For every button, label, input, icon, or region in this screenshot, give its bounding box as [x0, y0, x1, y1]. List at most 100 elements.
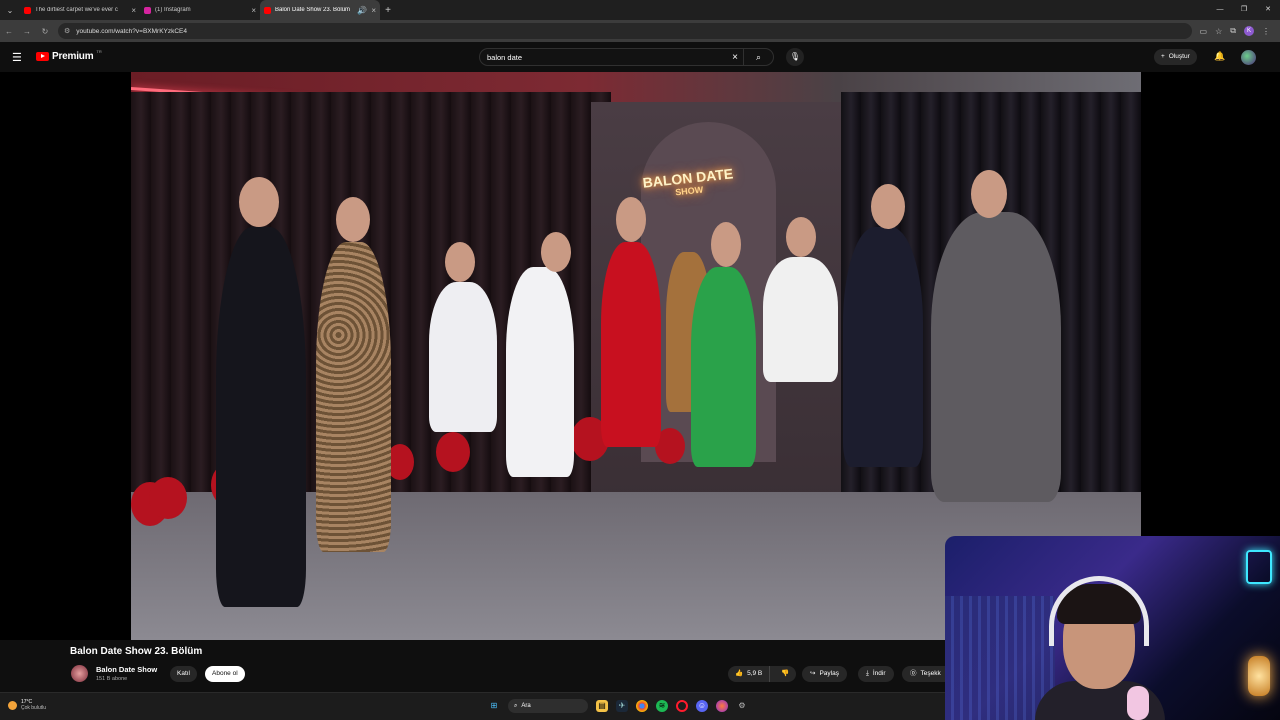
audio-playing-icon[interactable]: 🔊 — [357, 6, 367, 15]
back-icon[interactable]: ← — [0, 27, 18, 36]
search-icon: ⌕ — [514, 703, 518, 709]
clear-search-icon[interactable]: × — [727, 52, 743, 63]
like-button[interactable]: 👍 5,9 B — [728, 666, 771, 682]
forward-icon[interactable]: → — [18, 27, 36, 36]
spotify-icon[interactable]: ≋ — [656, 700, 668, 712]
weather-desc: Çok bulutlu — [21, 705, 47, 711]
tab-title: Balon Date Show 23. Bölüm — [275, 7, 351, 13]
person-woman-leopard — [316, 242, 391, 552]
person-head — [541, 232, 571, 272]
account-avatar[interactable] — [1241, 50, 1256, 65]
address-toolbar: ← → ↻ ⚙ youtube.com/watch?v=BXMrKYzkCE4 … — [0, 20, 1280, 42]
like-count: 5,9 B — [747, 670, 763, 677]
weather-text: 17°C Çok bulutlu — [21, 699, 46, 711]
channel-name[interactable]: Balon Date Show — [96, 665, 157, 674]
menu-dots-icon[interactable]: ⋮ — [1262, 27, 1270, 36]
close-tab-icon[interactable]: × — [371, 6, 376, 15]
thumbs-down-icon: 👎 — [781, 670, 790, 677]
taskbar-search[interactable]: ⌕ Ara — [508, 699, 588, 713]
person-woman-red-dress — [601, 242, 661, 447]
person-head — [445, 242, 475, 282]
person-head — [711, 222, 741, 267]
minimize-icon[interactable]: — — [1208, 0, 1232, 20]
close-window-icon[interactable]: ✕ — [1256, 0, 1280, 20]
cam-background-city — [945, 596, 1055, 720]
settings-gear-icon[interactable]: ⚙ — [736, 700, 748, 712]
person-head — [871, 184, 905, 229]
tab-2[interactable]: Balon Date Show 23. Bölüm 🔊 × — [260, 0, 380, 20]
person-head — [971, 170, 1007, 218]
download-icon: ⤓ — [866, 670, 869, 677]
weather-icon — [8, 700, 17, 710]
dislike-button[interactable]: 👎 — [774, 666, 796, 682]
person-host-suit — [843, 227, 923, 467]
reload-icon[interactable]: ↻ — [36, 27, 54, 36]
person-woman-walker — [506, 267, 574, 477]
close-tab-icon[interactable]: × — [131, 6, 136, 15]
file-explorer-icon[interactable]: ▤ — [596, 700, 608, 712]
windows-start-icon[interactable]: ⊞ — [488, 700, 500, 712]
taskbar-search-label: Ara — [521, 703, 531, 709]
restore-icon[interactable]: ❐ — [1232, 0, 1256, 20]
browser-icon[interactable] — [716, 700, 728, 712]
tab-search-icon[interactable]: ⌄ — [0, 0, 20, 20]
share-button[interactable]: ↪ Paylaş — [802, 666, 847, 682]
thanks-icon: ⓪ — [910, 670, 917, 677]
join-button[interactable]: Katıl — [170, 666, 198, 682]
youtube-logo[interactable]: Premium TR — [36, 49, 102, 62]
channel-avatar[interactable] — [71, 665, 88, 682]
person-head — [616, 197, 646, 242]
instagram-favicon-icon — [144, 6, 151, 14]
taskbar-apps: ⊞ ⌕ Ara ▤ ✈ ≋ ☺ ⚙ — [488, 699, 748, 713]
person-man-muscular — [931, 212, 1061, 502]
chrome-icon[interactable] — [636, 700, 648, 712]
balloon — [436, 432, 470, 472]
tab-1[interactable]: (1) Instagram × — [140, 0, 260, 20]
profile-avatar[interactable]: K — [1244, 26, 1254, 36]
close-tab-icon[interactable]: × — [251, 6, 256, 15]
notifications-bell-icon[interactable]: 🔔 — [1214, 51, 1225, 62]
logo-text: Premium — [52, 51, 94, 62]
create-button[interactable]: + Oluştur — [1154, 49, 1197, 65]
browser-tab-strip: ⌄ The dirtiest carpet we've ever c × (1)… — [0, 0, 1280, 20]
create-label: Oluştur — [1168, 53, 1190, 60]
download-button[interactable]: ⤓ İndir — [858, 666, 894, 682]
person-man-suit — [216, 227, 306, 607]
weather-widget[interactable]: 17°C Çok bulutlu — [8, 699, 46, 711]
search-button[interactable]: ⌕ — [743, 49, 773, 65]
url-text: youtube.com/watch?v=BXMrKYzkCE4 — [76, 27, 188, 35]
tab-0[interactable]: The dirtiest carpet we've ever c × — [20, 0, 140, 20]
share-icon: ↪ — [810, 670, 816, 677]
thanks-button[interactable]: ⓪ Teşekk — [902, 666, 949, 682]
site-info-icon[interactable]: ⚙ — [64, 27, 70, 35]
toolbar-actions: ▭ ☆ ⧉ K ⋮ — [1200, 26, 1280, 36]
headphones-icon — [1049, 576, 1149, 646]
tab-title: The dirtiest carpet we've ever c — [35, 7, 118, 13]
discord-icon[interactable]: ☺ — [696, 700, 708, 712]
cast-icon[interactable]: ▭ — [1200, 27, 1208, 36]
windows-taskbar: 17°C Çok bulutlu ⊞ ⌕ Ara ▤ ✈ ≋ ☺ ⚙ — [0, 692, 945, 720]
logo-region: TR — [96, 49, 102, 54]
search-input[interactable]: balon date — [480, 53, 727, 62]
voice-search-icon[interactable]: 🎙 — [786, 48, 804, 66]
extensions-icon[interactable]: ⧉ — [1230, 26, 1236, 36]
steam-icon[interactable]: ✈ — [616, 700, 628, 712]
hamburger-menu-icon[interactable]: ☰ — [12, 51, 22, 64]
subscriber-count: 151 B abone — [96, 676, 128, 682]
subscribe-button[interactable]: Abone ol — [205, 666, 245, 682]
new-tab-button[interactable]: + — [380, 5, 396, 16]
url-bar[interactable]: ⚙ youtube.com/watch?v=BXMrKYzkCE4 — [58, 23, 1192, 39]
cam-neon-sign — [1246, 550, 1272, 584]
thanks-label: Teşekk — [920, 670, 941, 677]
youtube-header: ☰ Premium TR balon date × ⌕ 🎙 + Oluştur … — [0, 42, 1280, 72]
thumbs-up-icon: 👍 — [735, 670, 744, 677]
opera-icon[interactable] — [676, 700, 688, 712]
share-label: Paylaş — [819, 670, 839, 677]
plus-icon: + — [1161, 53, 1165, 60]
video-title: Balon Date Show 23. Bölüm — [70, 646, 203, 657]
person-woman-white-dress — [429, 282, 497, 432]
person-woman-green-dress — [691, 267, 756, 467]
person-head — [239, 177, 279, 227]
balloon — [149, 477, 187, 519]
bookmark-star-icon[interactable]: ☆ — [1215, 27, 1222, 36]
